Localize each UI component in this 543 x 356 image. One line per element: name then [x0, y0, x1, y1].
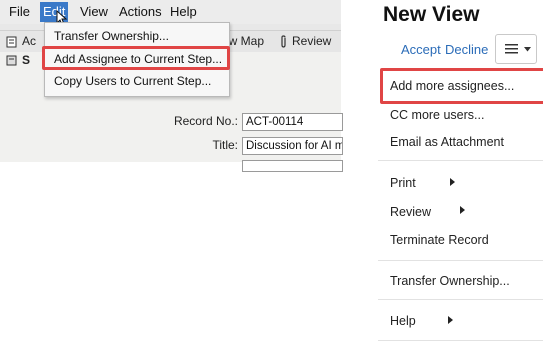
decline-link[interactable]: Decline — [445, 42, 488, 57]
classic-menubar: File Edit View Actions Help — [0, 0, 341, 26]
submenu-arrow-icon — [460, 206, 465, 214]
submenu-arrow-icon — [450, 178, 455, 186]
highlight-box-new-view — [380, 68, 543, 104]
menu-actions[interactable]: Actions — [116, 2, 165, 22]
menu-item-terminate-record[interactable]: Terminate Record — [390, 233, 489, 247]
menu-file[interactable]: File — [6, 2, 33, 22]
menu-item-transfer-ownership[interactable]: Transfer Ownership... — [390, 274, 510, 288]
chevron-down-icon — [524, 47, 531, 52]
new-view-menu: Add more assignees... CC more users... E… — [378, 64, 543, 356]
hamburger-icon — [505, 44, 518, 54]
menu-view[interactable]: View — [77, 2, 111, 22]
record-no-label: Record No.: — [173, 114, 238, 128]
section-label: S — [22, 53, 31, 67]
menu-divider — [378, 160, 543, 161]
accept-link[interactable]: Accept — [401, 42, 441, 57]
toolbar-review-label[interactable]: Review — [292, 34, 331, 48]
menu-divider — [378, 340, 543, 341]
menu-item-review[interactable]: Review — [390, 205, 431, 219]
classic-view-panel: File Edit View Actions Help Ac ew Map Re… — [0, 0, 343, 172]
paperclip-icon — [281, 35, 286, 48]
submenu-arrow-icon — [448, 316, 453, 324]
title-field[interactable]: Discussion for AI m — [242, 137, 343, 155]
highlight-box-classic — [42, 46, 230, 70]
dropdown-item-transfer-ownership[interactable]: Transfer Ownership... — [54, 29, 169, 43]
next-field[interactable] — [242, 160, 343, 172]
record-no-field[interactable]: ACT-00114 — [242, 113, 343, 131]
title-label: Title: — [212, 138, 238, 152]
section-icon — [6, 55, 17, 66]
menu-item-print[interactable]: Print — [390, 176, 416, 190]
menu-item-email-attachment[interactable]: Email as Attachment — [390, 135, 504, 149]
dropdown-item-copy-users[interactable]: Copy Users to Current Step... — [54, 74, 211, 88]
menu-help[interactable]: Help — [167, 2, 200, 22]
new-view-heading: New View — [383, 3, 480, 26]
toolbar-actions-label[interactable]: Ac — [22, 34, 36, 48]
toolbar-doc-icon — [6, 36, 17, 48]
menu-divider — [378, 299, 543, 300]
actions-menu-button[interactable] — [495, 34, 537, 64]
menu-divider — [378, 260, 543, 261]
menu-item-cc-more-users[interactable]: CC more users... — [390, 108, 484, 122]
menu-item-help[interactable]: Help — [390, 314, 416, 328]
